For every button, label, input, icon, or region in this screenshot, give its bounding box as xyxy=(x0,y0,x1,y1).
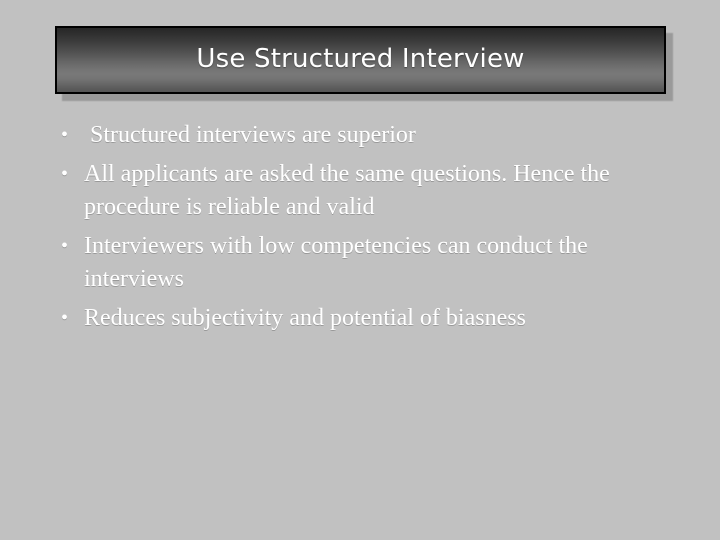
list-item-text: Structured interviews are superior xyxy=(84,122,416,148)
bullet-icon: • xyxy=(61,307,69,329)
slide-title-block: Use Structured Interview xyxy=(55,26,673,101)
list-item: • Structured interviews are superior xyxy=(58,119,678,152)
slide-body-bullet-list: • Structured interviews are superior • A… xyxy=(58,119,678,335)
list-item-text: All applicants are asked the same questi… xyxy=(84,161,616,220)
bullet-icon: • xyxy=(61,124,69,146)
page-title: Use Structured Interview xyxy=(196,44,525,74)
list-item-text: Reduces subjectivity and potential of bi… xyxy=(84,305,526,331)
slide-canvas: Use Structured Interview • Structured in… xyxy=(0,0,720,540)
bullet-icon: • xyxy=(61,163,69,185)
list-item: • Interviewers with low competencies can… xyxy=(58,230,678,296)
list-item: • Reduces subjectivity and potential of … xyxy=(58,302,678,335)
list-item: • All applicants are asked the same ques… xyxy=(58,158,678,224)
bullet-icon: • xyxy=(61,235,69,257)
title-box: Use Structured Interview xyxy=(55,26,666,94)
list-item-text: Interviewers with low competencies can c… xyxy=(84,233,594,292)
